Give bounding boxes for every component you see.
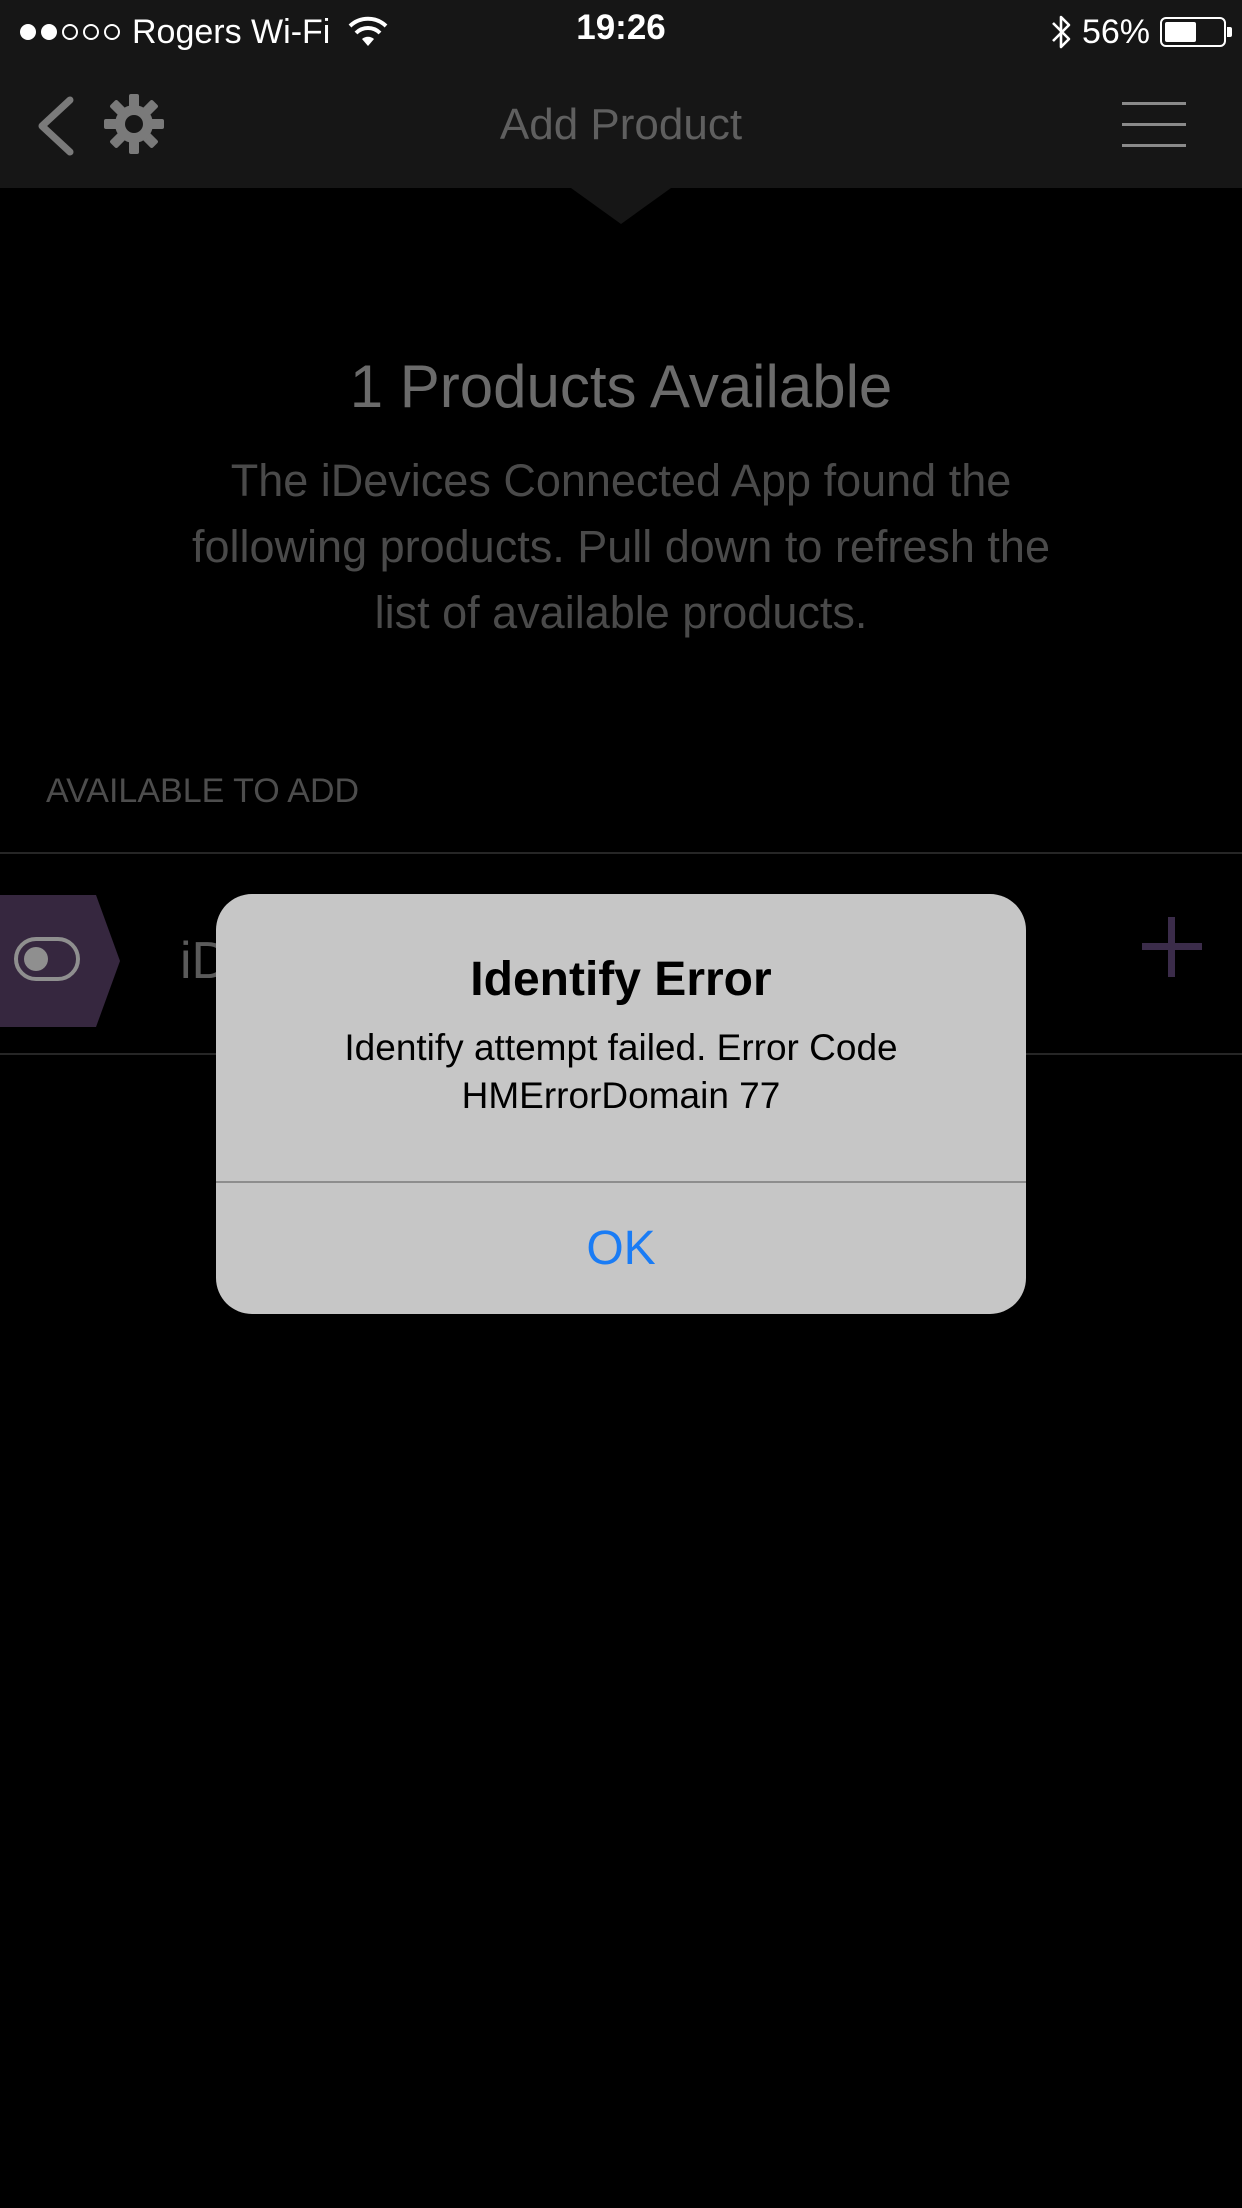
page-title: Add Product [499,100,743,149]
menu-line [1122,123,1186,126]
alert-message: Identify attempt failed. Error Code HMEr… [344,1027,898,1116]
battery-percent: 56% [1081,12,1150,51]
hamburger-menu-icon[interactable] [1122,102,1186,148]
battery-nub [1227,27,1232,37]
alert-title: Identify Error [470,953,772,1006]
divider [0,852,1242,854]
menu-line [1122,144,1186,147]
toggle-switch-icon [14,937,80,981]
section-label-available: AVAILABLE TO ADD [46,772,360,810]
error-alert-dialog: Identify Error Identify attempt failed. … [216,894,1026,1314]
status-right: 56% [1050,8,1232,56]
nav-notch [571,188,671,224]
product-badge [0,895,120,1027]
add-product-plus-icon[interactable] [1142,917,1202,977]
battery-level-fill [1165,22,1196,42]
bluetooth-icon [1052,15,1071,49]
products-description: The iDevices Connected App found the fol… [192,455,1050,638]
menu-line [1122,102,1186,105]
status-bar: Rogers Wi-Fi 19:26 56% [0,0,1242,62]
products-headline: 1 Products Available [349,353,893,420]
battery-icon [1160,17,1232,47]
alert-ok-button[interactable]: OK [216,1183,1026,1314]
navigation-bar: Add Product [0,62,1242,188]
